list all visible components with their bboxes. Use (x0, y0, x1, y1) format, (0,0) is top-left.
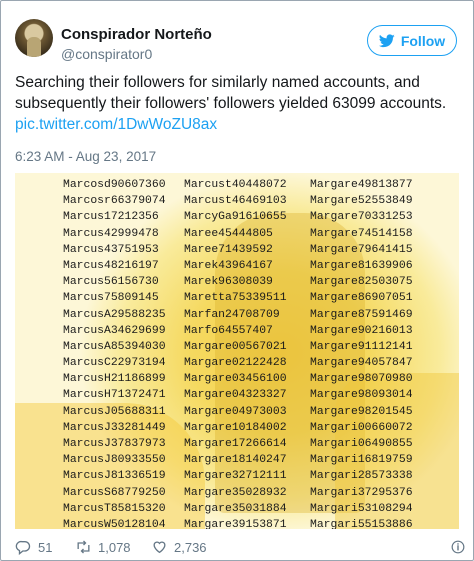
account-name: Marfan24708709 (184, 308, 280, 321)
account-name: MarcyGa91610655 (184, 211, 287, 224)
account-name: MarcusH21186899 (63, 373, 166, 386)
account-name: Margare04973003 (184, 405, 287, 418)
account-name: Marcus56156730 (63, 276, 159, 289)
tweet-card: Conspirador Norteño @conspirator0 Follow… (0, 0, 474, 561)
tweet-header: Conspirador Norteño @conspirator0 Follow (15, 15, 461, 65)
account-name: Margare81639906 (310, 259, 413, 272)
account-name: Marcus43751953 (63, 243, 159, 256)
account-name: Margare04323327 (184, 389, 287, 402)
avatar-figure (27, 37, 41, 57)
account-name: Margare49813877 (310, 179, 413, 191)
retweet-button[interactable]: 1,078 (75, 539, 131, 555)
reply-button[interactable]: 51 (15, 539, 52, 555)
account-name: Marcosd90607360 (63, 179, 166, 191)
account-name: Margare90216013 (310, 324, 413, 337)
account-name: Margari55153886 (310, 518, 413, 529)
user-name[interactable]: Conspirador Norteño (61, 26, 212, 43)
account-name: Margare00567021 (184, 340, 287, 353)
account-name: Marcosr66379074 (63, 195, 166, 208)
heart-icon (153, 541, 166, 554)
account-name: MarcusJ80933550 (63, 454, 166, 467)
account-name: Margari28573338 (310, 470, 413, 483)
account-name: MarcusW50128104 (63, 518, 166, 529)
account-name: MarcusJ33281449 (63, 421, 166, 434)
tweet-text: Searching their followers for similarly … (15, 72, 465, 135)
follow-button[interactable]: Follow (367, 25, 457, 56)
account-name: Marcus48216197 (63, 259, 159, 272)
account-name: Margare39153871 (184, 518, 287, 529)
account-name: Margare79641415 (310, 243, 413, 256)
account-name: Margare10184002 (184, 421, 287, 434)
account-name: MarcusJ05688311 (63, 405, 166, 418)
account-name: MarcusJ81336519 (63, 470, 166, 483)
account-name: Margari37295376 (310, 486, 413, 499)
account-name: Margare35028932 (184, 486, 287, 499)
tweet-body: Searching their followers for similarly … (15, 74, 447, 112)
account-name: Margare86907051 (310, 292, 413, 305)
retweet-count: 1,078 (98, 539, 131, 555)
account-name: MarcusC22973194 (63, 357, 166, 370)
account-name: Marek96308039 (184, 276, 273, 289)
account-name-list: Marcosd90607360 Marcust40448072 Margare498… (63, 177, 455, 529)
twitter-bird-icon (378, 33, 395, 47)
account-name: Marcus42999478 (63, 227, 159, 240)
account-name: Marfo64557407 (184, 324, 273, 337)
account-name: MarcusH71372471 (63, 389, 166, 402)
account-name: Margare70331253 (310, 211, 413, 224)
account-name: MarcusJ37837973 (63, 438, 166, 450)
account-name: Margari06490855 (310, 438, 413, 450)
tweet-actions: 51 1,078 2,736 (15, 539, 465, 557)
account-name: Margare94057847 (310, 357, 413, 370)
retweet-icon (77, 540, 90, 554)
account-name: Margare87591469 (310, 308, 413, 321)
avatar[interactable] (15, 19, 53, 57)
account-name: MarcusT85815320 (63, 502, 166, 515)
follow-label: Follow (400, 32, 446, 49)
account-name: Margare74514158 (310, 227, 413, 240)
reply-icon (15, 540, 31, 555)
like-count: 2,736 (174, 539, 207, 555)
account-name: Margare03456100 (184, 373, 287, 386)
info-icon[interactable] (451, 540, 465, 554)
account-name: Margare98070980 (310, 373, 413, 386)
user-handle[interactable]: @conspirator0 (61, 46, 152, 62)
account-name: Margari16819759 (310, 454, 413, 467)
account-name: Marcus75809145 (63, 292, 159, 305)
account-name: Marek43964167 (184, 259, 273, 272)
account-name: MarcusS68779250 (63, 486, 166, 499)
account-name: MarcusA85394030 (63, 340, 166, 353)
tweet-timestamp[interactable]: 6:23 AM - Aug 23, 2017 (15, 149, 156, 164)
account-name: Margare32712111 (184, 470, 287, 483)
account-name: Maree45444805 (184, 227, 273, 240)
account-name: Margare35031884 (184, 502, 287, 515)
account-name: Margare82503075 (310, 276, 413, 289)
account-name: Marcust46469103 (184, 195, 287, 208)
account-name: MarcusA29588235 (63, 308, 166, 321)
like-button[interactable]: 2,736 (151, 539, 207, 555)
account-name: Margare52553849 (310, 195, 413, 208)
account-name: Margari00660072 (310, 421, 413, 434)
account-name: Maretta75339511 (184, 292, 287, 305)
account-name: Marcus17212356 (63, 211, 159, 224)
account-name: Margare98093014 (310, 389, 413, 402)
account-name: Marcust40448072 (184, 179, 287, 191)
account-name: Margare18140247 (184, 454, 287, 467)
account-name: Maree71439592 (184, 243, 273, 256)
account-name: MarcusA34629699 (63, 324, 166, 337)
account-name: Margare91112141 (310, 340, 413, 353)
account-name: Margare02122428 (184, 357, 287, 370)
account-name: Margare17266614 (184, 438, 287, 450)
reply-count: 51 (38, 539, 53, 555)
account-name: Margare98201545 (310, 405, 413, 418)
tweet-media-image[interactable]: Marcosd90607360 Marcust40448072 Margare498… (15, 173, 459, 529)
tweet-media-link[interactable]: pic.twitter.com/1DwWoZU8ax (15, 116, 217, 133)
account-name: Margari53108294 (310, 502, 413, 515)
